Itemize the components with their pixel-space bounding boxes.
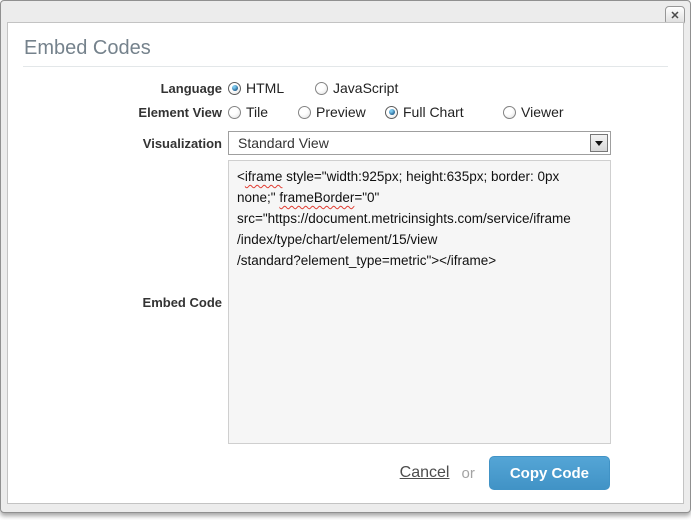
or-text: or xyxy=(461,464,475,482)
radio-option-preview[interactable]: Preview xyxy=(298,104,385,120)
embed-code-line: <iframe style="width:925px; height:635px… xyxy=(237,169,560,184)
radio-option-full-chart[interactable]: Full Chart xyxy=(385,104,503,120)
embed-form: Language HTML JavaScript Element View Til… xyxy=(8,80,683,444)
select-dropdown-button[interactable] xyxy=(590,134,608,152)
radio-option-label: Tile xyxy=(246,104,269,120)
radio-icon xyxy=(385,105,398,119)
radio-option-label: HTML xyxy=(246,80,285,96)
language-row: Language HTML JavaScript xyxy=(8,80,683,97)
embed-code-textarea[interactable]: <iframe style="width:925px; height:635px… xyxy=(228,160,611,444)
visualization-selected-value: Standard View xyxy=(238,135,329,151)
cancel-link[interactable]: Cancel xyxy=(400,464,450,482)
radio-option-label: Full Chart xyxy=(403,104,464,120)
element-view-options: Tile Preview Full Chart Viewer xyxy=(228,104,564,120)
radio-icon xyxy=(315,81,328,95)
language-options: HTML JavaScript xyxy=(228,80,398,96)
radio-option-label: Viewer xyxy=(521,104,564,120)
embed-code-line: src="https://document.metricinsights.com… xyxy=(237,211,571,226)
dialog-body: Embed Codes Language HTML JavaScript Elem… xyxy=(7,22,684,504)
radio-icon xyxy=(228,105,241,119)
radio-option-tile[interactable]: Tile xyxy=(228,104,298,120)
radio-icon xyxy=(298,105,311,119)
visualization-row: Visualization Standard View xyxy=(8,131,683,155)
element-view-row: Element View Tile Preview Full Chart Viewer xyxy=(8,104,683,121)
language-label: Language xyxy=(160,81,222,96)
visualization-label: Visualization xyxy=(142,136,222,151)
radio-option-javascript[interactable]: JavaScript xyxy=(315,80,398,96)
element-view-label: Element View xyxy=(138,105,222,120)
embed-code-line: none;" frameBorder="0" xyxy=(237,190,380,205)
embed-code-line: /index/type/chart/element/15/view xyxy=(237,232,438,247)
dialog-title: Embed Codes xyxy=(24,37,151,59)
radio-option-label: JavaScript xyxy=(333,80,399,96)
radio-option-viewer[interactable]: Viewer xyxy=(503,104,564,120)
chevron-down-icon xyxy=(595,140,603,146)
close-icon: ✕ xyxy=(670,10,680,22)
copy-code-button[interactable]: Copy Code xyxy=(488,456,610,490)
embed-code-label: Embed Code xyxy=(142,294,222,310)
visualization-select[interactable]: Standard View xyxy=(228,131,611,155)
radio-option-html[interactable]: HTML xyxy=(228,80,315,96)
radio-icon xyxy=(503,105,516,119)
embed-code-line: /standard?element_type=metric"></iframe> xyxy=(237,253,497,268)
radio-icon xyxy=(228,81,241,95)
radio-option-label: Preview xyxy=(316,104,366,120)
dialog-footer: Cancel or Copy Code xyxy=(400,456,610,490)
embed-code-row: Embed Code <iframe style="width:925px; h… xyxy=(8,160,683,444)
title-divider xyxy=(23,66,668,67)
embed-codes-dialog: ✕ Embed Codes Language HTML JavaScript El… xyxy=(0,0,691,513)
